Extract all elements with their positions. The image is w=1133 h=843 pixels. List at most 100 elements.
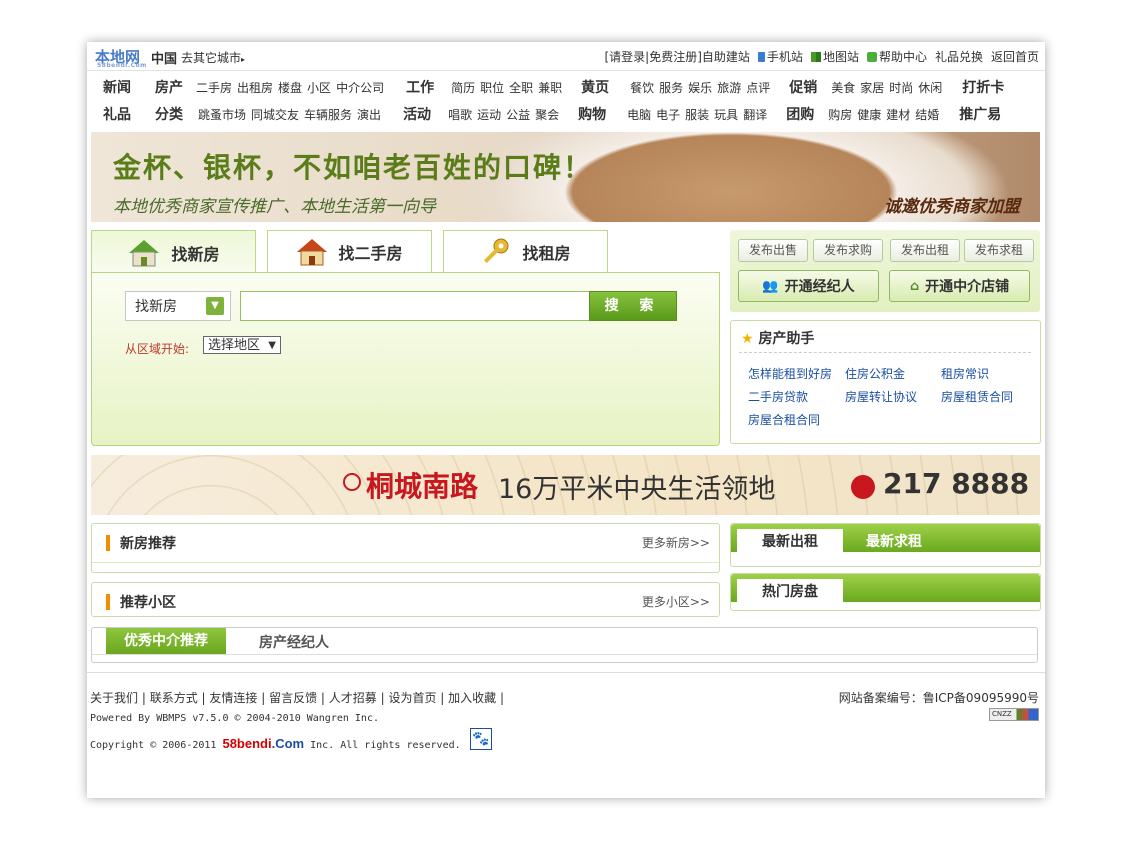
nav-resume[interactable]: 简历: [451, 79, 475, 96]
tab-hot-properties[interactable]: 热门房盘: [737, 579, 843, 603]
mobile-label: 手机站: [766, 50, 803, 64]
ad-road: 桐城南路: [366, 470, 479, 503]
nav-health[interactable]: 健康: [857, 106, 881, 123]
nav-promo[interactable]: 促销: [789, 77, 817, 97]
banner-ad[interactable]: 金杯、银杯，不如咱老百姓的口碑！ 本地优秀商家宣传推广、本地生活第一向导 诚邀优…: [91, 132, 1040, 222]
nav-classified[interactable]: 分类: [155, 104, 183, 124]
home-link[interactable]: 返回首页: [991, 48, 1039, 65]
nav-wedding[interactable]: 结婚: [915, 106, 939, 123]
nav-sing[interactable]: 唱歌: [448, 106, 472, 123]
footer-feedback[interactable]: 留言反馈: [269, 691, 317, 705]
help-link[interactable]: 帮助中心: [866, 48, 927, 65]
open-agent-button[interactable]: 👥 开通经纪人: [738, 270, 879, 302]
publish-sale-button[interactable]: 发布出售: [738, 239, 808, 262]
footer-set-home[interactable]: 设为首页: [388, 691, 436, 705]
nav-position[interactable]: 职位: [480, 79, 504, 96]
tab-latest-wanted[interactable]: 最新求租: [866, 531, 922, 551]
icp-record[interactable]: 网站备案编号：鲁ICP备09095990号: [839, 689, 1039, 706]
area-select[interactable]: 选择地区 ▼: [203, 336, 281, 354]
nav-leisure[interactable]: 休闲: [918, 79, 942, 96]
nav-community[interactable]: 小区: [307, 79, 331, 96]
footer-friend-links[interactable]: 友情连接: [209, 691, 257, 705]
publish-rent-out-button[interactable]: 发布出租: [890, 239, 960, 262]
nav-shopping[interactable]: 购物: [578, 104, 606, 124]
tab-rent[interactable]: 找租房: [443, 230, 608, 273]
map-link[interactable]: 地图站: [810, 48, 859, 65]
nav-review[interactable]: 点评: [746, 79, 770, 96]
other-city-link[interactable]: 去其它城市▸: [181, 49, 245, 66]
brand-link[interactable]: 58bendi.Com: [222, 736, 304, 751]
nav-sport[interactable]: 运动: [477, 106, 501, 123]
nav-charity[interactable]: 公益: [506, 106, 530, 123]
footer-jobs[interactable]: 人才招募: [329, 691, 377, 705]
gift-link[interactable]: 礼品兑换: [935, 48, 983, 65]
login-link[interactable]: [请登录|免费注册]自助建站: [604, 48, 749, 65]
nav-translate[interactable]: 翻译: [743, 106, 767, 123]
nav-gifts[interactable]: 礼品: [103, 104, 131, 124]
baidu-paw-icon[interactable]: 🐾: [470, 728, 492, 750]
nav-vehicle[interactable]: 车辆服务: [304, 106, 352, 123]
nav-building-materials[interactable]: 建材: [886, 106, 910, 123]
site-logo[interactable]: 本地网 58bendi.Com: [95, 46, 146, 69]
nav-jobs[interactable]: 工作: [406, 77, 434, 97]
helper-link-loan[interactable]: 二手房贷款: [748, 388, 808, 405]
more-new-houses-link[interactable]: 更多新房>>: [642, 534, 710, 551]
nav-party[interactable]: 聚会: [535, 106, 559, 123]
tab-agents[interactable]: 房产经纪人: [259, 632, 329, 652]
nav-toys[interactable]: 玩具: [714, 106, 738, 123]
nav-computer[interactable]: 电脑: [627, 106, 651, 123]
footer-bookmark[interactable]: 加入收藏: [448, 691, 496, 705]
nav-show[interactable]: 演出: [357, 106, 381, 123]
nav-news[interactable]: 新闻: [103, 77, 131, 97]
more-communities-link[interactable]: 更多小区>>: [642, 593, 710, 610]
new-houses-section: 新房推荐 更多新房>>: [91, 523, 720, 573]
nav-home[interactable]: 家居: [860, 79, 884, 96]
nav-rental[interactable]: 出租房: [237, 79, 273, 96]
nav-promote[interactable]: 推广易: [959, 104, 1001, 124]
nav-buyhouse[interactable]: 购房: [828, 106, 852, 123]
footer-about[interactable]: 关于我们: [90, 691, 138, 705]
nav-travel[interactable]: 旅游: [717, 79, 741, 96]
helper-link-shared[interactable]: 房屋合租合同: [748, 411, 820, 428]
nav-building[interactable]: 楼盘: [278, 79, 302, 96]
nav-groupbuy[interactable]: 团购: [786, 104, 814, 124]
nav-fashion[interactable]: 时尚: [889, 79, 913, 96]
publish-buy-button[interactable]: 发布求购: [813, 239, 883, 262]
tab-secondhand[interactable]: 找二手房: [267, 230, 432, 273]
nav-events[interactable]: 活动: [403, 104, 431, 124]
cnzz-badge[interactable]: CNZZ: [989, 708, 1039, 721]
helper-link-fund[interactable]: 住房公积金: [845, 365, 905, 382]
nav-realestate[interactable]: 房产: [155, 77, 183, 97]
footer-contact[interactable]: 联系方式: [150, 691, 198, 705]
search-button[interactable]: 搜 索: [589, 291, 677, 321]
nav-yellowpages[interactable]: 黄页: [581, 77, 609, 97]
nav-discount-card[interactable]: 打折卡: [962, 77, 1004, 97]
helper-link-rent-good[interactable]: 怎样能租到好房: [748, 365, 832, 382]
publish-rent-wanted-button[interactable]: 发布求租: [964, 239, 1034, 262]
nav-service[interactable]: 服务: [659, 79, 683, 96]
mobile-link[interactable]: 手机站: [757, 48, 803, 65]
helper-link-rent-tips[interactable]: 租房常识: [941, 365, 989, 382]
tab-good-agency[interactable]: 优秀中介推荐: [106, 628, 226, 654]
property-ad[interactable]: 桐城南路 16万平米中央生活领地 217 8888: [91, 455, 1040, 515]
nav-fulltime[interactable]: 全职: [509, 79, 533, 96]
nav-agency[interactable]: 中介公司: [336, 79, 384, 96]
nav-dining[interactable]: 餐饮: [630, 79, 654, 96]
nav-clothing[interactable]: 服装: [685, 106, 709, 123]
nav-secondhand[interactable]: 二手房: [196, 79, 232, 96]
nav-entertain[interactable]: 娱乐: [688, 79, 712, 96]
tab-new-house[interactable]: 找新房: [91, 230, 256, 274]
open-store-button[interactable]: ⌂ 开通中介店铺: [889, 270, 1030, 302]
search-tabs: 找新房 找二手房 找租房: [91, 230, 719, 274]
nav-row-1: 新闻 房产 二手房 出租房 楼盘 小区 中介公司 工作 简历 职位 全职 兼职 …: [91, 74, 1037, 100]
search-input[interactable]: [240, 291, 590, 321]
nav-electronics[interactable]: 电子: [656, 106, 680, 123]
helper-link-lease[interactable]: 房屋租赁合同: [941, 388, 1013, 405]
tab-latest-rent[interactable]: 最新出租: [737, 529, 843, 553]
search-type-select[interactable]: 找新房 ▼: [125, 291, 231, 321]
helper-link-transfer[interactable]: 房屋转让协议: [845, 388, 917, 405]
nav-parttime[interactable]: 兼职: [538, 79, 562, 96]
nav-fleamarket[interactable]: 跳蚤市场: [198, 106, 246, 123]
nav-food[interactable]: 美食: [831, 79, 855, 96]
nav-dating[interactable]: 同城交友: [251, 106, 299, 123]
